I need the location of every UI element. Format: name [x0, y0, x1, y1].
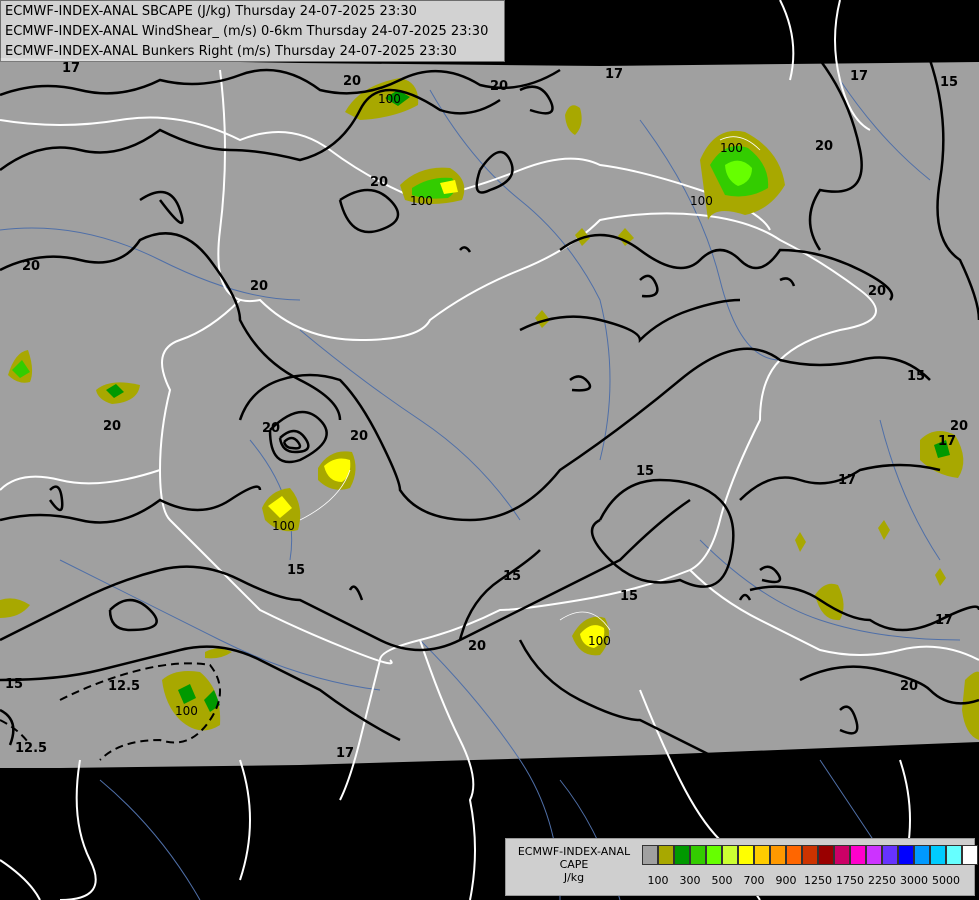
- shear-label: 20: [950, 419, 968, 434]
- legend-tick-label: 3000: [900, 874, 928, 887]
- shear-label: 20: [22, 259, 40, 274]
- legend-swatch: [962, 845, 978, 865]
- legend-swatch: [658, 845, 674, 865]
- title-panel: ECMWF-INDEX-ANAL SBCAPE (J/kg) Thursday …: [0, 0, 505, 62]
- shear-label: 12.5: [108, 679, 140, 694]
- shear-label: 17: [850, 69, 868, 84]
- cape-label: 100: [410, 194, 433, 208]
- shear-label: 15: [940, 75, 958, 90]
- shear-label: 17: [62, 61, 80, 76]
- legend-tick-label: 1750: [836, 874, 864, 887]
- shear-label: 20: [868, 284, 886, 299]
- legend-swatch: [882, 845, 898, 865]
- legend-swatch: [674, 845, 690, 865]
- cape-label: 100: [720, 141, 743, 155]
- legend-swatch: [754, 845, 770, 865]
- legend-tick-label: 700: [743, 874, 765, 887]
- legend-swatch: [834, 845, 850, 865]
- legend-model: ECMWF-INDEX-ANAL: [517, 845, 631, 858]
- legend-title: ECMWF-INDEX-ANAL CAPE J/kg: [508, 845, 640, 884]
- legend-swatch: [946, 845, 962, 865]
- shear-label: 20: [815, 139, 833, 154]
- cape-label: 100: [378, 92, 401, 106]
- legend-tick-label: 500: [711, 874, 733, 887]
- shear-label: 20: [250, 279, 268, 294]
- shear-label: 15: [503, 569, 521, 584]
- shear-label: 20: [343, 74, 361, 89]
- shear-label: 15: [287, 563, 305, 578]
- cape-label: 100: [690, 194, 713, 208]
- legend-swatch: [898, 845, 914, 865]
- legend-swatch: [930, 845, 946, 865]
- legend-tick-label: 300: [679, 874, 701, 887]
- legend-swatch: [738, 845, 754, 865]
- shear-label: 17: [336, 746, 354, 761]
- legend-swatch: [722, 845, 738, 865]
- legend-tick-label: 900: [775, 874, 797, 887]
- forecast-map[interactable]: 17 20 20 17 17 15 20 20 20 20 20 20 20 2…: [0, 0, 979, 900]
- title-bunkers: ECMWF-INDEX-ANAL Bunkers Right (m/s) Thu…: [5, 44, 457, 59]
- legend-tick-label: 5000: [932, 874, 960, 887]
- shear-label: 17: [938, 434, 956, 449]
- cape-label: 100: [588, 634, 611, 648]
- legend-swatch: [866, 845, 882, 865]
- legend-unit: J/kg: [563, 871, 585, 884]
- shear-label: 20: [350, 429, 368, 444]
- shear-label: 17: [605, 67, 623, 82]
- legend-tick-label: 100: [647, 874, 669, 887]
- title-sbcape: ECMWF-INDEX-ANAL SBCAPE (J/kg) Thursday …: [5, 4, 417, 19]
- shear-label: 17: [838, 473, 856, 488]
- legend-ticks: 100 300 500 700 900 1250 1750 2250 3000 5000: [642, 874, 972, 888]
- shear-label: 12.5: [15, 741, 47, 756]
- shear-label: 20: [370, 175, 388, 190]
- legend-swatch: [786, 845, 802, 865]
- shear-label: 17: [935, 613, 953, 628]
- shear-label: 20: [468, 639, 486, 654]
- legend-swatch: [802, 845, 818, 865]
- legend-swatch: [850, 845, 866, 865]
- shear-label: 20: [900, 679, 918, 694]
- legend-swatch: [914, 845, 930, 865]
- shear-label: 20: [262, 421, 280, 436]
- legend-colorbar: [642, 845, 978, 865]
- shear-label: 15: [907, 369, 925, 384]
- legend-swatch: [690, 845, 706, 865]
- forecast-domain: [0, 58, 979, 768]
- shear-label: 15: [620, 589, 638, 604]
- legend-tick-label: 1250: [804, 874, 832, 887]
- cape-label: 100: [175, 704, 198, 718]
- title-windshear: ECMWF-INDEX-ANAL WindShear_ (m/s) 0-6km …: [5, 24, 489, 39]
- cape-legend: ECMWF-INDEX-ANAL CAPE J/kg 100 300 500 700 9…: [505, 838, 978, 896]
- shear-label: 15: [5, 677, 23, 692]
- legend-swatch: [642, 845, 658, 865]
- shear-label: 15: [636, 464, 654, 479]
- shear-label: 20: [490, 79, 508, 94]
- legend-variable: CAPE: [559, 858, 589, 871]
- legend-tick-label: 2250: [868, 874, 896, 887]
- shear-label: 20: [103, 419, 121, 434]
- legend-swatch: [706, 845, 722, 865]
- cape-label: 100: [272, 519, 295, 533]
- legend-swatch: [770, 845, 786, 865]
- legend-swatch: [818, 845, 834, 865]
